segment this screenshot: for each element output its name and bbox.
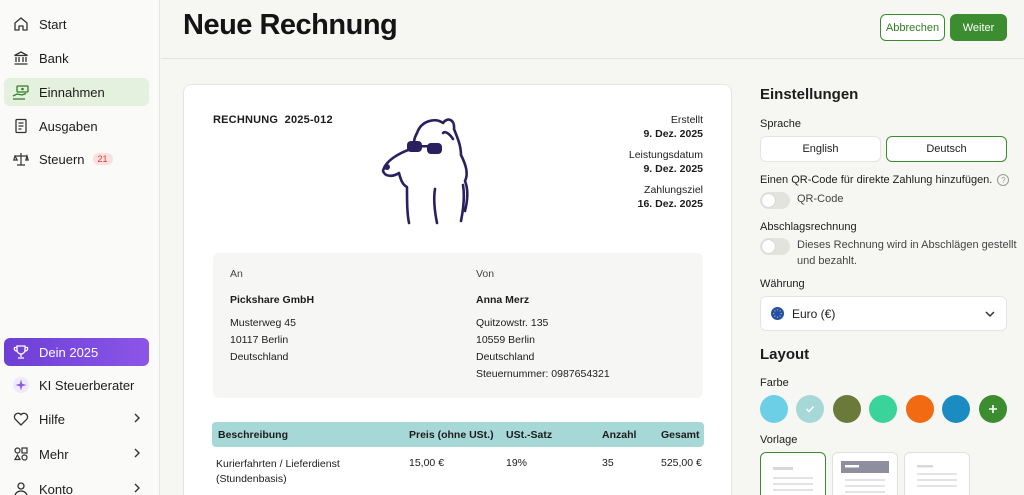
- table-row: Kurierfahrten / Lieferdienst (Stundenbas…: [212, 450, 704, 490]
- dog-logo: [377, 111, 477, 231]
- sidebar-item-steuern[interactable]: Steuern 21: [4, 145, 149, 173]
- sidebar-item-mehr[interactable]: Mehr: [4, 440, 149, 468]
- status-badge: 21: [92, 153, 113, 165]
- invoice-preview: RECHNUNG 2025-012 Erstellt 9. Dez. 2025 …: [183, 84, 732, 495]
- receipt-icon: [12, 117, 30, 135]
- chevron-right-icon: [131, 412, 143, 427]
- sidebar: Start Bank Einnahmen Ausgaben Steuern 21…: [0, 0, 160, 495]
- language-label: Sprache: [760, 118, 801, 130]
- template-option[interactable]: [832, 452, 898, 495]
- cancel-button[interactable]: Abbrechen: [880, 14, 945, 41]
- created-date: Erstellt 9. Dez. 2025: [643, 114, 703, 140]
- sidebar-item-ki-steuerberater[interactable]: KI Steuerberater: [4, 371, 149, 399]
- shapes-icon: [12, 445, 30, 463]
- recipient-address: An Pickshare GmbH Musterweg 45 10117 Ber…: [230, 268, 315, 363]
- header-divider: [161, 58, 1024, 59]
- color-swatch-selected[interactable]: [796, 395, 824, 423]
- sparkle-icon: [12, 376, 30, 394]
- sidebar-item-label: Bank: [39, 50, 69, 66]
- currency-label: Währung: [760, 278, 805, 290]
- due-date: Zahlungsziel 16. Dez. 2025: [637, 184, 703, 210]
- column-header: Beschreibung: [218, 429, 289, 441]
- service-date: Leistungsdatum 9. Dez. 2025: [628, 149, 703, 175]
- row-vat: 19%: [506, 457, 528, 469]
- partial-invoice-toggle[interactable]: [760, 238, 790, 255]
- plus-icon: [989, 405, 997, 413]
- column-header: USt.-Satz: [506, 429, 553, 441]
- language-german-option[interactable]: Deutsch: [886, 136, 1007, 162]
- sidebar-item-label: Ausgaben: [39, 118, 98, 134]
- column-header: Gesamt: [661, 429, 700, 441]
- help-icon[interactable]: ?: [997, 174, 1010, 187]
- chevron-right-icon: [131, 447, 143, 462]
- row-description: Kurierfahrten / Lieferdienst (Stundenbas…: [216, 458, 340, 485]
- chevron-right-icon: [131, 482, 143, 495]
- color-swatch[interactable]: [760, 395, 788, 423]
- next-button[interactable]: Weiter: [950, 14, 1007, 41]
- color-label: Farbe: [760, 377, 789, 389]
- sidebar-item-label: Einnahmen: [39, 84, 105, 100]
- sender-address: Von Anna Merz Quitzowstr. 135 10559 Berl…: [476, 268, 610, 380]
- row-quantity: 35: [602, 457, 614, 469]
- sidebar-item-einnahmen[interactable]: Einnahmen: [4, 78, 149, 106]
- column-header: Anzahl: [602, 429, 637, 441]
- settings-title: Einstellungen: [760, 86, 859, 103]
- color-swatch[interactable]: [906, 395, 934, 423]
- table-header: Beschreibung Preis (ohne USt.) USt.-Satz…: [212, 422, 704, 447]
- sidebar-item-label: Steuern: [39, 151, 85, 167]
- qr-code-toggle[interactable]: [760, 192, 790, 209]
- layout-title: Layout: [760, 346, 810, 363]
- sidebar-item-label: Start: [39, 16, 67, 32]
- invoice-title: RECHNUNG 2025-012: [213, 114, 333, 126]
- home-icon: [12, 15, 30, 33]
- language-english-option[interactable]: English: [760, 136, 881, 162]
- qr-code-description: Einen QR-Code für direkte Zahlung hinzuf…: [760, 174, 1010, 187]
- currency-value: Euro (€): [792, 306, 836, 321]
- template-option[interactable]: [904, 452, 970, 495]
- add-color-button[interactable]: [979, 395, 1007, 423]
- heart-icon: [12, 410, 30, 428]
- address-block: An Pickshare GmbH Musterweg 45 10117 Ber…: [213, 253, 703, 398]
- sidebar-item-label: Hilfe: [39, 411, 66, 427]
- scale-icon: [12, 150, 30, 168]
- color-swatch[interactable]: [942, 395, 970, 423]
- bank-icon: [12, 49, 30, 67]
- chevron-down-icon: [984, 308, 996, 323]
- sidebar-item-bank[interactable]: Bank: [4, 44, 149, 72]
- template-option-selected[interactable]: [760, 452, 826, 495]
- check-icon: [805, 405, 815, 413]
- color-swatch[interactable]: [833, 395, 861, 423]
- qr-code-toggle-label: QR-Code: [797, 193, 844, 205]
- sidebar-item-label: Dein 2025: [39, 344, 99, 360]
- partial-invoice-label: Abschlagsrechnung: [760, 221, 857, 233]
- color-swatch[interactable]: [869, 395, 897, 423]
- currency-select[interactable]: Euro (€): [760, 296, 1007, 331]
- trophy-icon: [12, 343, 30, 361]
- eu-flag-icon: [771, 307, 784, 320]
- sidebar-item-label: KI Steuerberater: [39, 377, 135, 393]
- sidebar-item-hilfe[interactable]: Hilfe: [4, 405, 149, 433]
- sidebar-item-dein-2025[interactable]: Dein 2025: [4, 338, 149, 366]
- partial-invoice-description: Dieses Rechnung wird in Abschlägen geste…: [797, 239, 1017, 267]
- user-icon: [12, 480, 30, 495]
- sidebar-item-start[interactable]: Start: [4, 10, 149, 38]
- sidebar-item-label: Konto: [39, 481, 73, 495]
- sidebar-item-ausgaben[interactable]: Ausgaben: [4, 112, 149, 140]
- column-header: Preis (ohne USt.): [409, 429, 494, 441]
- row-price: 15,00 €: [409, 457, 445, 469]
- sidebar-item-label: Mehr: [39, 446, 69, 462]
- sidebar-item-konto[interactable]: Konto: [4, 475, 149, 495]
- row-total: 525,00 €: [661, 457, 702, 469]
- money-hand-icon: [12, 83, 30, 101]
- template-label: Vorlage: [760, 434, 798, 446]
- page-title: Neue Rechnung: [183, 9, 398, 41]
